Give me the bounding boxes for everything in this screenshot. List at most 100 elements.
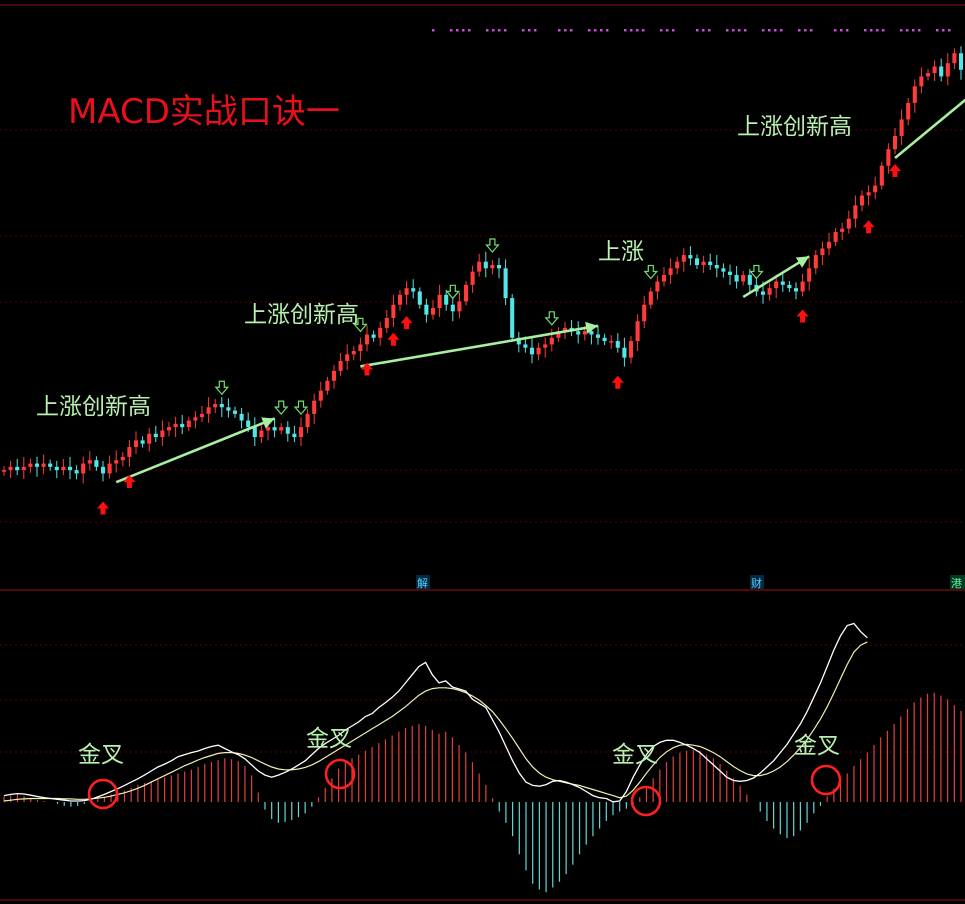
candle-body [694,258,700,265]
candle-body [813,255,818,269]
candle-body [873,185,878,193]
candle-body [800,281,805,292]
event-label-2: 财 [751,576,762,590]
candle-body [74,470,79,474]
candle-body [622,347,627,358]
candle-body [774,281,779,289]
candle-body [536,347,541,355]
candle-body [206,407,211,414]
candle-body [741,274,746,282]
candle-body [859,195,865,206]
candle-body [463,284,469,302]
candle-body [312,400,317,414]
candle-body [417,291,422,305]
candle-body [193,417,198,421]
purple-marker [594,29,597,32]
candle-body [892,135,898,150]
purple-marker [936,29,939,32]
candle-body [437,294,442,309]
purple-marker [798,29,801,32]
purple-marker [696,29,699,32]
purple-marker [780,29,783,32]
purple-marker [636,29,639,32]
candle-body [384,317,389,328]
candle-body [879,165,884,186]
candle-body [54,466,59,471]
candle-body [351,351,356,355]
candle-body [919,76,924,87]
annotation-cross-4: 金叉 [794,733,840,759]
candle-body [655,281,660,292]
candle-body [932,66,937,74]
candle-body [153,433,158,438]
candle-body [391,304,396,318]
purple-marker [774,29,777,32]
annotation-rise-3: 上涨 [598,239,644,265]
candle-body [529,347,535,355]
candle-body [411,288,416,292]
candle-body [661,274,667,282]
candle-body [906,102,911,120]
purple-marker [726,29,729,32]
candle-body [298,427,304,438]
candle-body [48,463,53,467]
purple-marker [570,29,573,32]
candle-body [615,341,620,348]
candle-body [576,331,581,335]
candle-body [470,271,475,285]
candle-body [793,288,799,292]
candle-body [807,268,812,282]
candle-body [41,463,46,467]
candle-body [305,413,310,428]
candle-body [701,261,706,265]
purple-marker [900,29,903,32]
candle-body [708,261,713,265]
candle-body [252,427,257,438]
candle-body [958,53,964,70]
purple-marker [450,29,453,32]
purple-marker [522,29,525,32]
purple-marker [498,29,501,32]
candle-body [147,433,152,444]
purple-marker [870,29,873,32]
annotation-cross-1: 金叉 [78,742,124,768]
candle-body [925,73,931,77]
candle-body [199,413,205,418]
candle-body [899,119,904,136]
purple-marker [504,29,507,32]
candle-body [279,427,284,431]
candle-body [510,298,515,338]
candle-body [358,344,363,352]
purple-marker [462,29,465,32]
candle-body [490,265,495,269]
purple-marker [846,29,849,32]
candle-body [668,268,673,275]
candle-body [595,334,601,338]
candle-body [833,231,838,242]
candle-body [364,334,370,345]
purple-marker [468,29,471,32]
annotation-cross-3: 金叉 [612,742,658,768]
event-label-1: 解 [417,576,428,590]
candle-body [87,460,92,464]
candle-body [939,66,944,77]
purple-marker [882,29,885,32]
candle-body [826,241,832,249]
candle-body [1,470,7,472]
candle-body [114,460,119,464]
candle-body [642,304,647,322]
stock-chart: MACD实战口诀一 上涨创新高 上涨创新高 上涨 上涨创新高 金叉 金叉 金叉 … [0,0,965,904]
candle-body [450,304,455,312]
candle-body [21,466,26,471]
purple-marker [642,29,645,32]
annotation-rise-1: 上涨创新高 [36,394,151,420]
purple-marker [606,29,609,32]
candle-body [246,420,251,428]
annotation-rise-2: 上涨创新高 [244,302,359,328]
purple-marker [456,29,459,32]
candle-body [186,420,191,428]
candle-body [886,149,891,166]
event-label-3: 港 [951,577,962,590]
candle-body [675,261,680,269]
candle-body [424,304,429,315]
